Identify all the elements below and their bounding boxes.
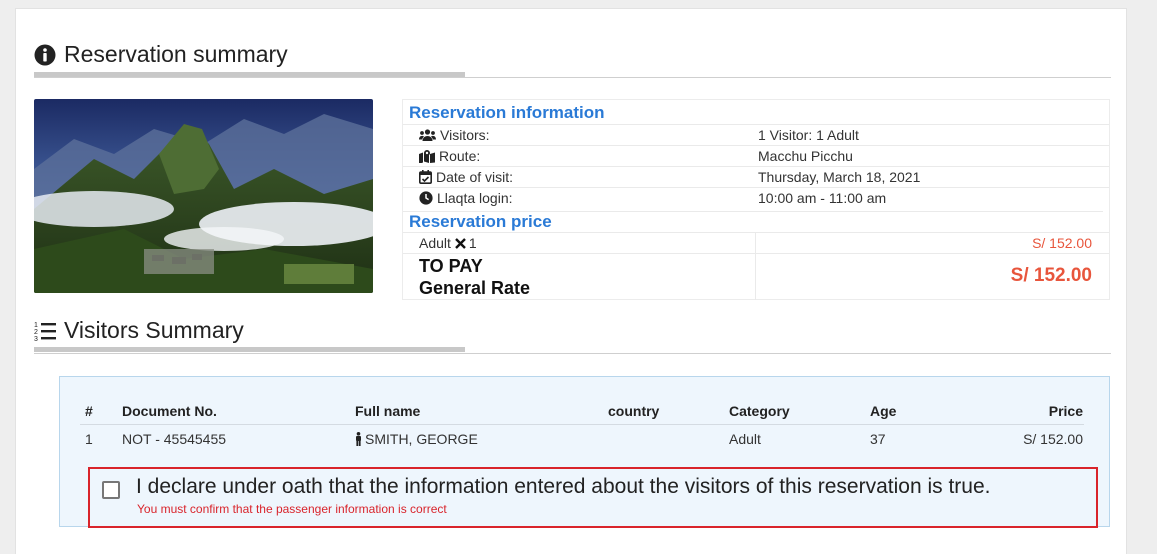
visitors-panel: # Document No. Full name country Categor… bbox=[59, 376, 1110, 528]
svg-text:3: 3 bbox=[34, 336, 38, 342]
info-row-route: Route: Macchu Picchu bbox=[403, 145, 1109, 166]
section-divider bbox=[34, 353, 1111, 354]
date-label: Date of visit: bbox=[436, 169, 514, 185]
section-underline bbox=[34, 347, 465, 352]
section-divider bbox=[34, 77, 1111, 78]
adult-qty: 1 bbox=[468, 235, 477, 251]
route-value: Macchu Picchu bbox=[758, 148, 853, 164]
price-row-total: TO PAY General Rate S/ 152.00 bbox=[403, 253, 1109, 300]
adult-label: Adult bbox=[419, 235, 451, 251]
list-ol-icon: 123 bbox=[34, 320, 56, 342]
row-document: NOT - 45545455 bbox=[122, 431, 227, 447]
route-label: Route: bbox=[439, 148, 481, 164]
clock-icon bbox=[419, 191, 433, 205]
total-price: S/ 152.00 bbox=[1010, 265, 1092, 286]
row-num: 1 bbox=[85, 431, 93, 447]
col-header-document: Document No. bbox=[122, 403, 217, 419]
info-row-login: Llaqta login: 10:00 am - 11:00 am bbox=[403, 187, 1109, 208]
row-category: Adult bbox=[729, 431, 761, 447]
col-header-age: Age bbox=[870, 403, 897, 419]
declaration-error-message: You must confirm that the passenger info… bbox=[137, 502, 447, 516]
login-value: 10:00 am - 11:00 am bbox=[758, 190, 887, 206]
svg-text:2: 2 bbox=[34, 329, 38, 336]
table-header-divider bbox=[80, 424, 1084, 425]
reservation-info-table: Reservation information Visitors: 1 Visi… bbox=[402, 99, 1110, 300]
calendar-check-icon bbox=[419, 170, 432, 184]
col-header-num: # bbox=[85, 403, 93, 419]
declaration-checkbox[interactable] bbox=[102, 481, 120, 499]
map-marked-icon bbox=[419, 149, 435, 163]
general-rate-label: General Rate bbox=[419, 278, 531, 298]
reservation-price-heading: Reservation price bbox=[403, 211, 1103, 232]
row-price: S/ 152.00 bbox=[1023, 431, 1083, 447]
reservation-card: Reservation summary Reservation informat… bbox=[15, 8, 1127, 554]
visitors-summary-title: 123 Visitors Summary bbox=[34, 317, 244, 344]
col-header-price: Price bbox=[1048, 403, 1083, 419]
reservation-summary-label: Reservation summary bbox=[64, 41, 288, 67]
svg-text:1: 1 bbox=[34, 322, 38, 329]
col-header-fullname: Full name bbox=[355, 403, 421, 419]
visitors-summary-label: Visitors Summary bbox=[64, 317, 244, 343]
visitors-label: Visitors: bbox=[440, 127, 490, 143]
date-value: Thursday, March 18, 2021 bbox=[758, 169, 921, 185]
times-icon bbox=[455, 237, 466, 249]
row-age: 37 bbox=[870, 431, 886, 447]
col-header-country: country bbox=[608, 403, 660, 419]
adult-price: S/ 152.00 bbox=[1032, 235, 1092, 251]
info-row-date: Date of visit: Thursday, March 18, 2021 bbox=[403, 166, 1109, 187]
info-row-visitors: Visitors: 1 Visitor: 1 Adult bbox=[403, 124, 1109, 145]
reservation-summary-title: Reservation summary bbox=[34, 41, 288, 68]
login-label: Llaqta login: bbox=[437, 190, 513, 206]
to-pay-label: TO PAY bbox=[419, 256, 483, 276]
row-fullname: SMITH, GEORGE bbox=[365, 431, 478, 447]
declaration-text[interactable]: I declare under oath that the informatio… bbox=[136, 475, 990, 499]
machu-picchu-photo bbox=[34, 99, 373, 293]
price-row-adult: Adult 1 S/ 152.00 bbox=[403, 232, 1109, 253]
visitors-value: 1 Visitor: 1 Adult bbox=[758, 127, 859, 143]
reservation-info-heading: Reservation information bbox=[409, 103, 605, 122]
info-circle-icon bbox=[34, 44, 56, 66]
male-icon bbox=[356, 432, 361, 446]
col-header-category: Category bbox=[729, 403, 790, 419]
section-underline bbox=[34, 72, 465, 77]
users-icon bbox=[419, 129, 436, 141]
price-column-divider bbox=[755, 232, 756, 300]
declaration-box: I declare under oath that the informatio… bbox=[88, 467, 1098, 528]
